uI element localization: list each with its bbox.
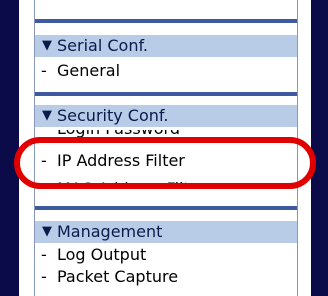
menu-item-log-output[interactable]: - Log Output [41, 244, 146, 266]
left-frame-rail [0, 0, 19, 296]
dash-icon: - [41, 178, 57, 188]
menu-separator [35, 92, 297, 96]
menu-item-packet-capture[interactable]: - Packet Capture [41, 266, 178, 288]
menu-item-general[interactable]: - General [41, 60, 120, 82]
dash-icon: - [41, 130, 57, 138]
clipped-row: -Login Password [41, 130, 291, 138]
dash-icon: - [41, 245, 47, 264]
menu-item-mac-address-filter[interactable]: -MAC Address Filter [41, 178, 291, 188]
section-security-conf[interactable]: ▼ Security Conf. [35, 105, 297, 127]
menu-item-ip-address-filter[interactable]: - IP Address Filter [41, 150, 185, 172]
menu-item-login-password[interactable]: -Login Password [41, 130, 291, 138]
triangle-down-icon: ▼ [42, 224, 52, 239]
section-serial-conf[interactable]: ▼ Serial Conf. [35, 35, 297, 57]
dash-icon: - [41, 61, 47, 80]
triangle-down-icon: ▼ [42, 38, 52, 53]
dash-icon: - [41, 267, 47, 286]
clipped-row: -MAC Address Filter [41, 178, 291, 188]
config-menu: ▼ Serial Conf. - General ▼ Security Conf.… [34, 0, 298, 296]
section-title: Serial Conf. [57, 36, 149, 55]
menu-separator [35, 206, 297, 210]
section-title: Security Conf. [57, 106, 169, 125]
section-title: Management [57, 222, 163, 241]
dash-icon: - [41, 151, 47, 170]
menu-separator [35, 19, 297, 23]
right-frame-rail [311, 0, 328, 296]
triangle-down-icon: ▼ [42, 108, 52, 123]
section-management[interactable]: ▼ Management [35, 221, 297, 243]
